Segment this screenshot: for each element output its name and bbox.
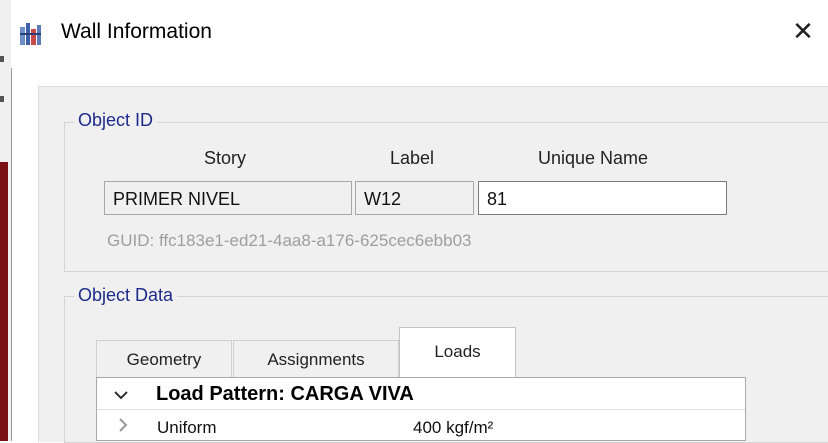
close-icon[interactable]: ✕ [786, 14, 820, 48]
uniform-label: Uniform [157, 418, 217, 437]
unique-name-input[interactable]: 81 [478, 181, 727, 215]
tab-loads[interactable]: Loads [399, 327, 516, 378]
story-field: PRIMER NIVEL [104, 181, 352, 215]
label-field: W12 [355, 181, 474, 215]
guid-text: GUID: ffc183e1-ed21-4aa8-a176-625cec6ebb… [107, 231, 472, 250]
object-data-group-label: Object Data [74, 285, 178, 306]
tab-geometry[interactable]: Geometry [96, 340, 232, 377]
load-pattern-header: Load Pattern: CARGA VIVA [156, 383, 414, 405]
unique-name-column-header: Unique Name [538, 148, 649, 168]
story-column-header: Story [204, 148, 247, 168]
wall-app-icon [20, 23, 44, 45]
window-title: Wall Information [61, 20, 212, 43]
tab-assignments[interactable]: Assignments [233, 340, 399, 377]
uniform-value: 400 kgf/m² [413, 418, 494, 437]
chevron-right-icon[interactable] [118, 416, 128, 437]
background-window-red-area [0, 162, 8, 441]
label-column-header: Label [390, 148, 435, 168]
object-id-group-label: Object ID [74, 110, 158, 131]
chevron-down-icon[interactable] [114, 384, 128, 405]
background-window-mark [0, 96, 4, 102]
background-window-mark [0, 56, 4, 62]
